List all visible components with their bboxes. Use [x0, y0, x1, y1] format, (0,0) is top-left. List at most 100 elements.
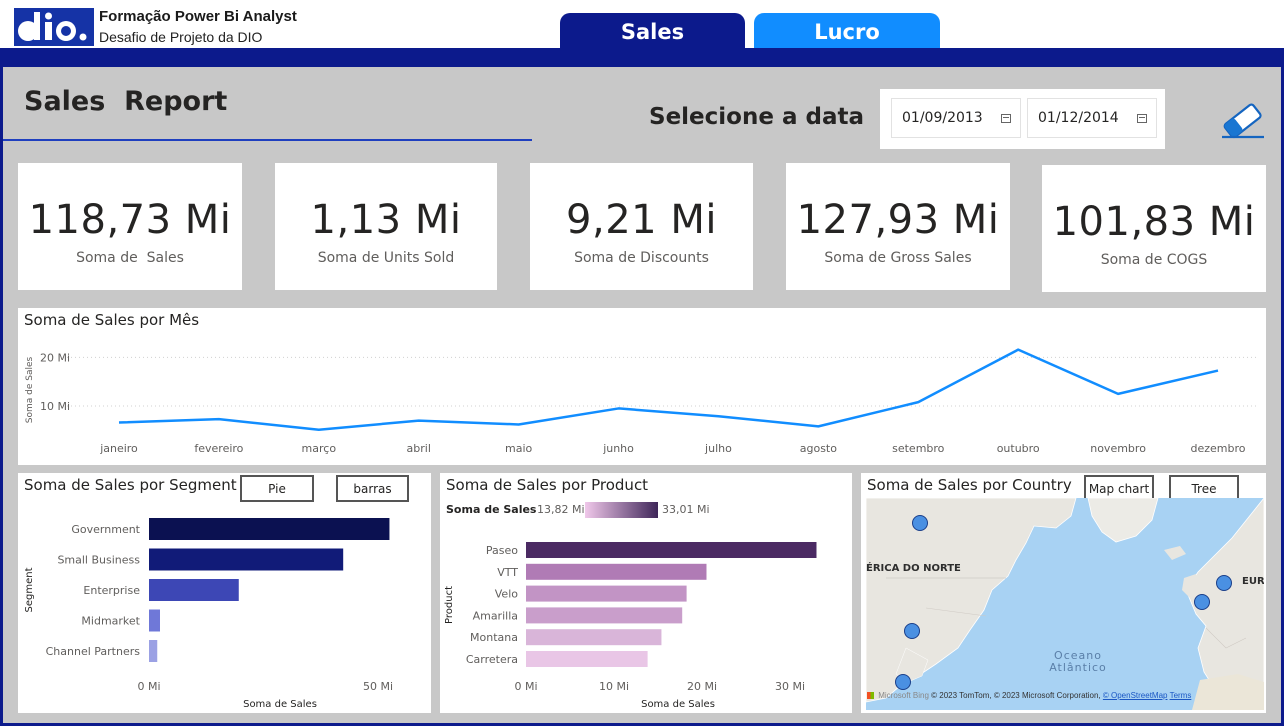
- dio-logo: [14, 8, 94, 46]
- header-band: [0, 48, 1284, 67]
- title-underline: [3, 139, 532, 141]
- sales-by-country-panel: Soma de Sales por Country Map chart Tree…: [861, 473, 1266, 713]
- x-tick-label: março: [302, 442, 337, 455]
- x-tick-label: novembro: [1090, 442, 1146, 455]
- x-tick-label: agosto: [800, 442, 837, 455]
- x-tick-label: 30 Mi: [775, 680, 805, 693]
- line-point[interactable]: [916, 400, 920, 404]
- terms-link[interactable]: Terms: [1170, 691, 1192, 700]
- tab-lucro[interactable]: Lucro: [754, 13, 940, 50]
- frame-border-left: [0, 50, 3, 726]
- color-legend-max: 33,01 Mi: [662, 503, 710, 516]
- y-axis-label: Soma de Sales: [25, 356, 35, 423]
- segment-bar[interactable]: [149, 640, 158, 662]
- date-from-value: 01/09/2013: [902, 110, 983, 126]
- map-label-europe: EUR: [1242, 576, 1264, 587]
- x-tick-label: fevereiro: [194, 442, 243, 455]
- report-title: Sales Report: [24, 86, 228, 117]
- y-tick-label: VTT: [497, 566, 518, 579]
- product-bar[interactable]: [526, 563, 707, 580]
- y-tick-label: Small Business: [57, 554, 140, 567]
- kpi-label: Soma de COGS: [1100, 252, 1208, 268]
- kpi-label: Soma de Units Sold: [317, 250, 455, 266]
- bing-logo: [867, 692, 874, 700]
- sales-by-segment-chart: Government Small Business Enterprise Midmar…: [24, 518, 393, 710]
- product-bar[interactable]: [526, 585, 687, 602]
- kpi-label: Soma de Gross Sales: [824, 250, 972, 266]
- segment-bar[interactable]: [149, 548, 344, 571]
- date-to-value: 01/12/2014: [1038, 110, 1119, 126]
- y-tick-label: Montana: [470, 631, 518, 644]
- line-point[interactable]: [1016, 348, 1020, 352]
- line-point[interactable]: [317, 428, 321, 432]
- brand-title: Formação Power Bi Analyst: [99, 8, 297, 25]
- kpi-label: Soma de Discounts: [574, 250, 709, 266]
- sales-by-month-panel: Soma de Sales por Mês 10 Mi 20 Mi Soma de…: [18, 308, 1266, 465]
- sales-by-product-panel: Soma de Sales por Product Soma de Sales …: [440, 473, 852, 713]
- color-legend-gradient: [585, 502, 658, 518]
- product-bar[interactable]: [526, 542, 817, 558]
- line-point[interactable]: [117, 421, 121, 425]
- line-point[interactable]: [816, 424, 820, 428]
- map-bubble-canada[interactable]: [912, 515, 928, 531]
- x-tick-label: 10 Mi: [599, 680, 629, 693]
- x-tick-label: abril: [407, 442, 431, 455]
- sales-by-product-chart: Soma de Sales 13,82 Mi 33,01 Mi Paseo VTT…: [444, 502, 817, 710]
- kpi-card-sales: 118,73 Mi Soma de Sales: [18, 163, 242, 290]
- openstreetmap-link[interactable]: © OpenStreetMap: [1103, 691, 1168, 700]
- calendar-icon[interactable]: [1001, 114, 1011, 123]
- y-tick-label: Channel Partners: [46, 645, 141, 658]
- map-bubble-mexico[interactable]: [895, 674, 911, 690]
- x-tick-label: janeiro: [99, 442, 138, 455]
- y-tick-label: Government: [71, 523, 140, 536]
- y-tick-label: 20 Mi: [40, 351, 70, 364]
- line-point[interactable]: [217, 417, 221, 421]
- line-point[interactable]: [1116, 392, 1120, 396]
- y-tick-label: Paseo: [486, 544, 518, 557]
- line-point[interactable]: [517, 422, 521, 426]
- calendar-icon[interactable]: [1137, 114, 1147, 123]
- product-bar[interactable]: [526, 651, 648, 667]
- sales-by-month-chart: 10 Mi 20 Mi Soma de Sales janeiro fevereir…: [25, 348, 1256, 455]
- x-tick-label: 0 Mi: [514, 680, 537, 693]
- bing-label: Microsoft Bing: [878, 691, 929, 700]
- y-axis-label: Segment: [24, 567, 35, 612]
- segment-bar[interactable]: [149, 518, 390, 540]
- x-tick-label: 20 Mi: [687, 680, 717, 693]
- product-bar[interactable]: [526, 607, 683, 624]
- eraser-icon[interactable]: [1218, 100, 1266, 140]
- map-bubble-france[interactable]: [1194, 594, 1210, 610]
- kpi-value: 9,21 Mi: [566, 197, 717, 243]
- date-range-slicer: 01/09/2013 01/12/2014: [880, 89, 1165, 149]
- x-axis-label: Soma de Sales: [641, 699, 715, 710]
- date-from-field[interactable]: 01/09/2013: [891, 98, 1021, 138]
- line-point[interactable]: [1216, 369, 1220, 373]
- kpi-value: 101,83 Mi: [1052, 199, 1256, 245]
- line-point[interactable]: [417, 419, 421, 423]
- x-tick-label: julho: [704, 442, 732, 455]
- x-tick-label: 50 Mi: [363, 680, 393, 693]
- map-bubble-united-states[interactable]: [904, 623, 920, 639]
- kpi-value: 118,73 Mi: [28, 197, 232, 243]
- kpi-value: 127,93 Mi: [796, 197, 1000, 243]
- product-bar[interactable]: [526, 629, 662, 646]
- segment-bar[interactable]: [149, 609, 160, 632]
- brand-subtitle: Desafio de Projeto da DIO: [99, 29, 263, 45]
- kpi-value: 1,13 Mi: [310, 197, 462, 243]
- map-attribution: Microsoft Bing © 2023 TomTom, © 2023 Mic…: [867, 691, 1191, 700]
- segment-bar[interactable]: [149, 579, 239, 601]
- line-point[interactable]: [617, 406, 621, 410]
- y-tick-label: Amarilla: [473, 609, 518, 622]
- y-tick-label: Enterprise: [83, 584, 140, 597]
- x-tick-label: 0 Mi: [137, 680, 160, 693]
- line-point[interactable]: [716, 414, 720, 418]
- country-map[interactable]: ÉRICA DO NORTE EUR Oceano Atlântico: [866, 498, 1264, 710]
- map-credit-text: © 2023 TomTom, © 2023 Microsoft Corporat…: [931, 691, 1101, 700]
- tab-sales[interactable]: Sales: [560, 13, 745, 50]
- map-background: ÉRICA DO NORTE EUR Oceano Atlântico: [866, 498, 1264, 710]
- date-to-field[interactable]: 01/12/2014: [1027, 98, 1157, 138]
- sales-line[interactable]: [118, 348, 1219, 432]
- map-bubble-germany[interactable]: [1216, 575, 1232, 591]
- x-tick-label: maio: [505, 442, 533, 455]
- sales-by-segment-panel: Soma de Sales por Segment Pie barras Gov…: [18, 473, 431, 713]
